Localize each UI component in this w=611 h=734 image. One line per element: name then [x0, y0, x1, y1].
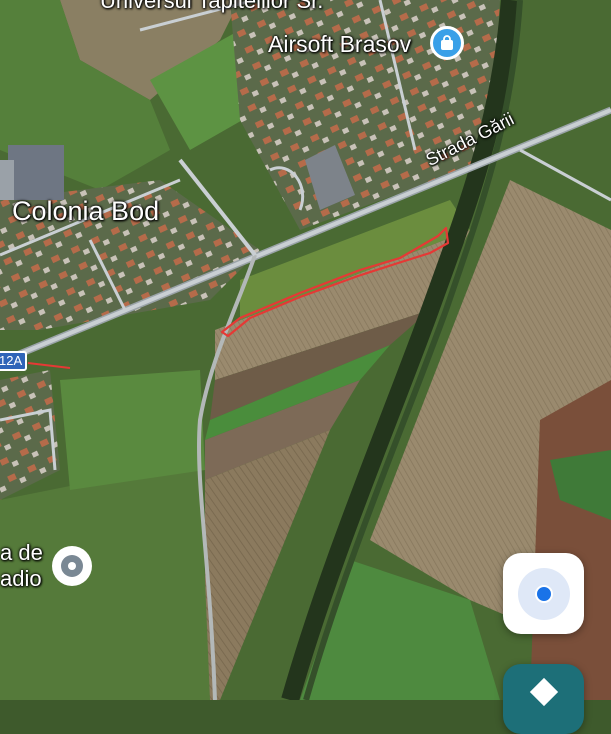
my-location-icon: [517, 567, 570, 620]
directions-button[interactable]: [503, 664, 584, 734]
my-location-button[interactable]: [503, 553, 584, 634]
place-pin-icon[interactable]: [52, 546, 92, 586]
route-12a-shield: 12A: [0, 351, 28, 371]
airsoft-brasov-label[interactable]: Airsoft Brasov: [268, 31, 411, 58]
colonia-bod-label[interactable]: Colonia Bod: [12, 196, 159, 227]
top-partial-label: Universul Tapitelilor Sr.: [100, 0, 324, 13]
place-label-line1[interactable]: a de: [0, 540, 43, 566]
place-label-line2[interactable]: adio: [0, 566, 42, 592]
directions-icon: [527, 675, 561, 709]
airsoft-brasov-pin[interactable]: [430, 26, 464, 60]
shopping-bag-icon: [439, 35, 455, 51]
